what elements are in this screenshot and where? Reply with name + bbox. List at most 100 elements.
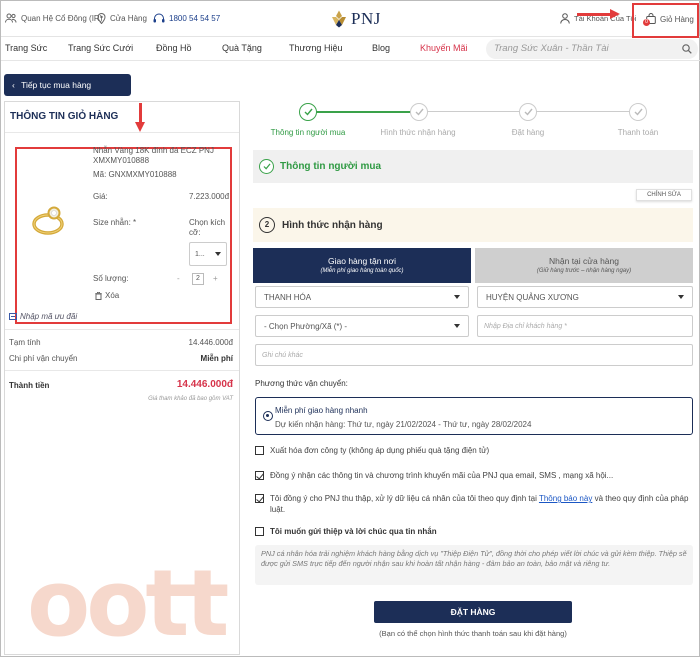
card-checkbox[interactable]	[255, 527, 264, 536]
invoice-label: Xuất hóa đơn công ty (không áp dụng phiế…	[270, 446, 490, 455]
promo-label: Đồng ý nhận các thông tin và chương trìn…	[270, 471, 614, 480]
nav-item-watches[interactable]: Đồng Hồ	[156, 43, 192, 53]
invoice-checkbox-row[interactable]: Xuất hóa đơn công ty (không áp dụng phiế…	[255, 445, 691, 456]
price-label: Giá:	[93, 192, 108, 201]
ward-value: - Chọn Phường/Xã (*) -	[264, 321, 348, 331]
delete-button[interactable]: Xóa	[95, 291, 119, 300]
subtotal-value: 14.446.000đ	[188, 338, 234, 347]
cart-title: THÔNG TIN GIỎ HÀNG	[10, 111, 119, 122]
vat-note: Giá tham khảo đã bao gồm VAT	[148, 396, 233, 402]
continue-shopping-label: Tiếp tục mua hàng	[21, 80, 92, 90]
buyer-info-section[interactable]: Thông tin người mua	[253, 150, 693, 183]
watermark-logo: oott	[27, 550, 229, 657]
promo-checkbox[interactable]	[255, 471, 264, 480]
nav-item-jewelry[interactable]: Trang Sức	[5, 43, 47, 53]
tab-delivery-label: Giao hàng tận nơi	[328, 256, 396, 266]
card-checkbox-row[interactable]: Tôi muốn gửi thiệp và lời chúc qua tin n…	[255, 526, 691, 537]
quantity-label: Số lượng:	[93, 274, 129, 283]
annotation-arrow-head	[135, 122, 145, 132]
check-icon	[263, 163, 271, 170]
order-note: (Bạn có thể chọn hình thức thanh toán sa…	[379, 629, 567, 638]
nav-item-gifts[interactable]: Quà Tặng	[222, 43, 262, 53]
quantity-plus-button[interactable]: +	[213, 274, 218, 283]
price-value: 7.223.000đ	[189, 192, 230, 201]
annotation-arrow-head	[610, 9, 620, 19]
total-label: Thành tiền	[9, 381, 50, 390]
place-order-button[interactable]: ĐẶT HÀNG	[374, 601, 572, 623]
gold-ring-icon	[32, 206, 64, 235]
coupon-link[interactable]: Nhập mã ưu đãi	[9, 312, 77, 321]
tab-pickup-sub: (Giữ hàng trước – nhận hàng ngay)	[536, 268, 632, 274]
pnj-logo[interactable]: PNJ	[331, 9, 381, 29]
investor-link[interactable]: Quan Hệ Cổ Đông (IR)	[5, 13, 102, 23]
step-3-label: Đặt hàng	[511, 128, 545, 137]
ward-select[interactable]: - Chọn Phường/Xã (*) -	[255, 315, 469, 337]
check-icon	[634, 108, 643, 116]
nav-item-brands[interactable]: Thương Hiệu	[289, 43, 342, 53]
trash-icon	[95, 291, 102, 300]
people-icon	[5, 13, 17, 23]
investor-label: Quan Hệ Cổ Đông (IR)	[21, 13, 103, 23]
card-note: PNJ cá nhân hóa trải nghiệm khách hàng b…	[255, 545, 693, 585]
province-value: THANH HÓA	[264, 292, 312, 302]
edit-buyer-button[interactable]: CHỈNH SỬA	[636, 189, 692, 201]
shipping-eta: Dự kiến nhận hàng: Thứ tư, ngày 21/02/20…	[275, 420, 532, 429]
shipping-cost-label: Chi phí vận chuyển	[9, 354, 78, 363]
step-3-circle	[519, 103, 537, 121]
coupon-icon	[9, 313, 17, 320]
location-icon	[97, 13, 106, 24]
divider	[5, 370, 239, 371]
step-4-label: Thanh toán	[617, 128, 659, 137]
caret-down-icon	[454, 324, 460, 328]
subtotal-label: Tạm tính	[9, 338, 41, 347]
step-2-label: Hình thức nhận hàng	[380, 128, 456, 137]
privacy-checkbox[interactable]	[255, 494, 264, 503]
size-label: Size nhẫn: *	[93, 218, 137, 227]
caret-down-icon	[678, 295, 684, 299]
product-name[interactable]: Nhẫn Vàng 18K đính đá ECZ PNJ XMXMY01088…	[93, 146, 233, 166]
product-image[interactable]	[23, 192, 73, 242]
note-input[interactable]: Ghi chú khác	[255, 344, 693, 366]
search-icon[interactable]	[682, 44, 692, 54]
cart-icon-wrap: 0	[643, 13, 656, 26]
check-icon	[304, 108, 313, 116]
street-address-input[interactable]: Nhập Địa chỉ khách hàng *	[477, 315, 693, 337]
cart-count-badge: 0	[643, 19, 650, 26]
shipping-option-radio[interactable]	[263, 411, 273, 421]
shipping-method-label: Phương thức vận chuyển:	[255, 379, 348, 388]
chevron-left-icon: ‹	[12, 80, 15, 90]
promo-checkbox-row[interactable]: Đồng ý nhận các thông tin và chương trìn…	[255, 470, 691, 481]
quantity-minus-button[interactable]: -	[177, 274, 180, 283]
tab-store-pickup[interactable]: Nhận tại cửa hàng (Giữ hàng trước – nhận…	[475, 248, 693, 283]
step-2-circle	[410, 103, 428, 121]
nav-item-promo[interactable]: Khuyến Mãi	[420, 43, 468, 53]
size-value: 1...	[195, 250, 205, 258]
annotation-arrow-shaft	[577, 13, 611, 16]
cart-link[interactable]: 0 Giỏ Hàng	[643, 13, 694, 26]
product-code: Mã: GNXMXMY010888	[93, 170, 177, 179]
shipping-option-card[interactable]: Miễn phí giao hàng nhanh Dự kiến nhận hà…	[255, 397, 693, 435]
invoice-checkbox[interactable]	[255, 446, 264, 455]
stores-link[interactable]: Cửa Hàng	[97, 13, 147, 24]
brand-name: PNJ	[351, 9, 381, 28]
tab-pickup-label: Nhận tại cửa hàng	[549, 256, 619, 266]
tab-delivery[interactable]: Giao hàng tận nơi (Miễn phí giao hàng to…	[253, 248, 471, 283]
province-select[interactable]: THANH HÓA	[255, 286, 469, 308]
privacy-label-a: Tôi đồng ý cho PNJ thu thập, xử lý dữ li…	[270, 494, 537, 503]
quantity-input[interactable]: 2	[192, 273, 204, 285]
size-select[interactable]: 1...	[189, 242, 227, 266]
district-select[interactable]: HUYỆN QUẢNG XƯƠNG	[477, 286, 693, 308]
divider	[5, 132, 239, 133]
privacy-link[interactable]: Thông báo này	[539, 494, 592, 503]
continue-shopping-button[interactable]: ‹ Tiếp tục mua hàng	[4, 74, 131, 96]
tab-delivery-sub: (Miễn phí giao hàng toàn quốc)	[320, 268, 404, 274]
privacy-checkbox-row[interactable]: Tôi đồng ý cho PNJ thu thập, xử lý dữ li…	[255, 493, 691, 515]
size-choose-label: Chọn kích cỡ:	[189, 218, 226, 237]
total-value: 14.446.000đ	[176, 379, 233, 390]
shipping-cost-value: Miễn phí	[200, 354, 233, 363]
search-input[interactable]: Trang Sức Xuân - Thần Tài	[486, 39, 698, 59]
nav-item-wedding[interactable]: Trang Sức Cưới	[68, 43, 133, 53]
nav-item-blog[interactable]: Blog	[372, 43, 390, 53]
hotline-link[interactable]: 1800 54 54 57	[153, 13, 220, 24]
user-icon	[560, 13, 570, 24]
